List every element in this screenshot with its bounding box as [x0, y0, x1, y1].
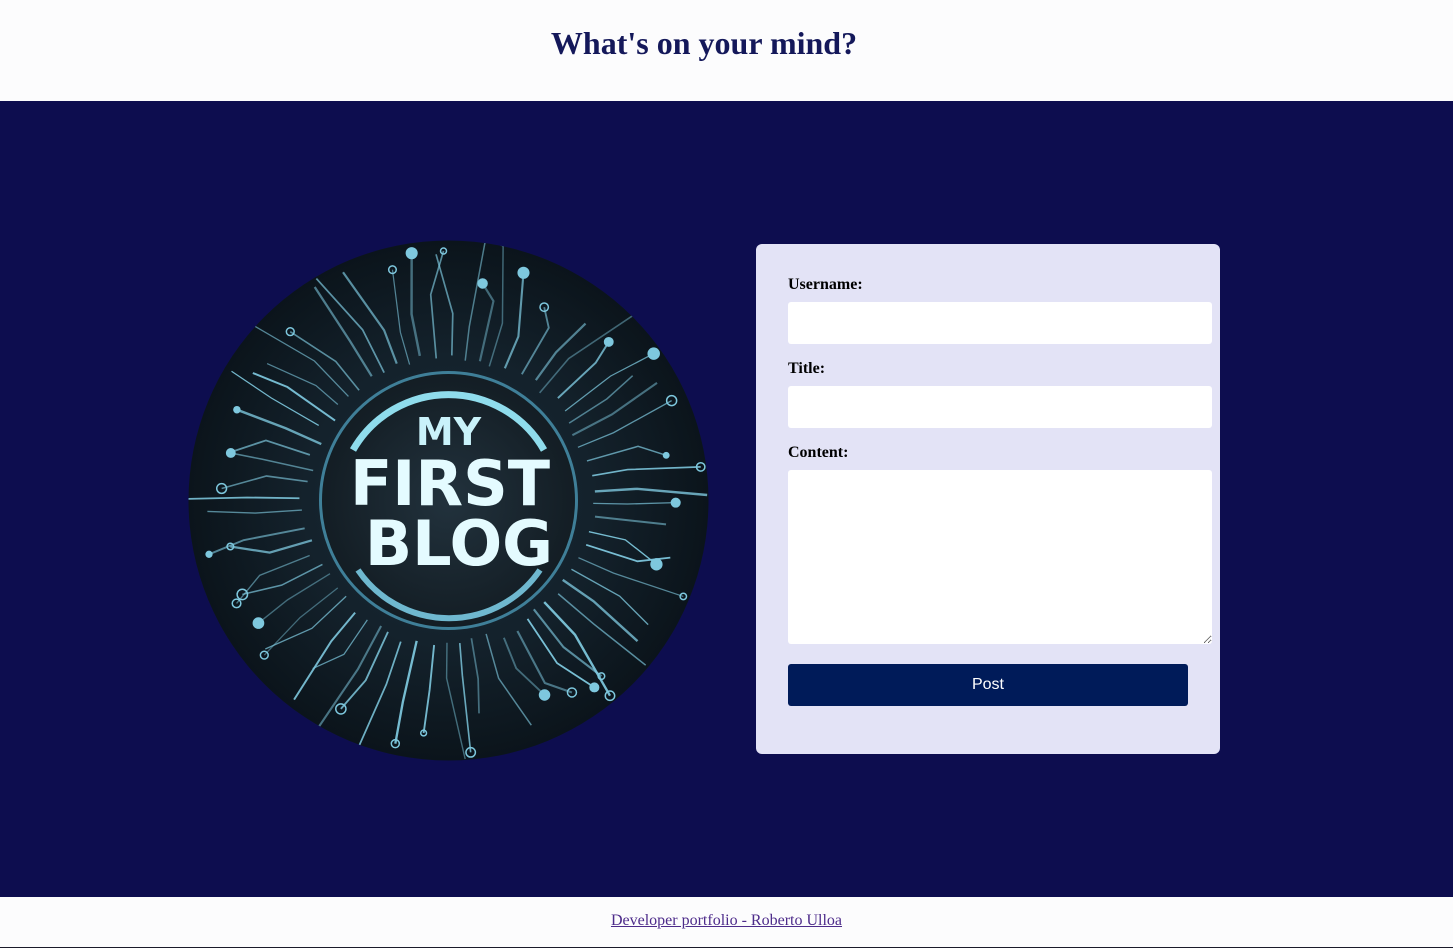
page-footer: Developer portfolio - Roberto Ulloa — [0, 897, 1453, 948]
circuit-node — [650, 558, 663, 571]
username-label: Username: — [788, 276, 863, 293]
content-label: Content: — [788, 444, 849, 461]
circuit-node — [647, 347, 660, 360]
page-header: What's on your mind? — [0, 0, 1453, 101]
circuit-node — [205, 550, 213, 558]
blog-logo-image: MY FIRST BLOG — [188, 240, 709, 761]
title-label: Title: — [788, 360, 826, 377]
circuit-node — [225, 448, 236, 458]
main-section: MY FIRST BLOG Username: Title: Content: … — [0, 101, 1453, 897]
circuit-node — [603, 336, 614, 347]
circuit-node — [481, 240, 490, 244]
circuit-node — [405, 247, 418, 260]
circuit-node — [662, 451, 670, 459]
circuit-node — [538, 689, 551, 701]
title-input[interactable] — [788, 386, 1212, 428]
content-textarea[interactable] — [788, 470, 1212, 644]
username-input[interactable] — [788, 302, 1212, 344]
blog-logo-graphic: MY FIRST BLOG — [188, 240, 709, 761]
circuit-node — [670, 497, 681, 508]
logo-text-blog: BLOG — [365, 507, 553, 580]
developer-portfolio-link[interactable]: Developer portfolio - Roberto Ulloa — [611, 912, 842, 930]
circuit-node — [233, 405, 241, 414]
post-button[interactable]: Post — [788, 664, 1188, 706]
circuit-node — [498, 240, 509, 247]
circuit-node — [477, 278, 488, 289]
page-title: What's on your mind? — [550, 25, 858, 61]
circuit-node — [589, 682, 600, 693]
circuit-node — [517, 266, 530, 279]
circuit-node — [252, 617, 265, 629]
post-form-card: Username: Title: Content: Post — [756, 244, 1220, 754]
